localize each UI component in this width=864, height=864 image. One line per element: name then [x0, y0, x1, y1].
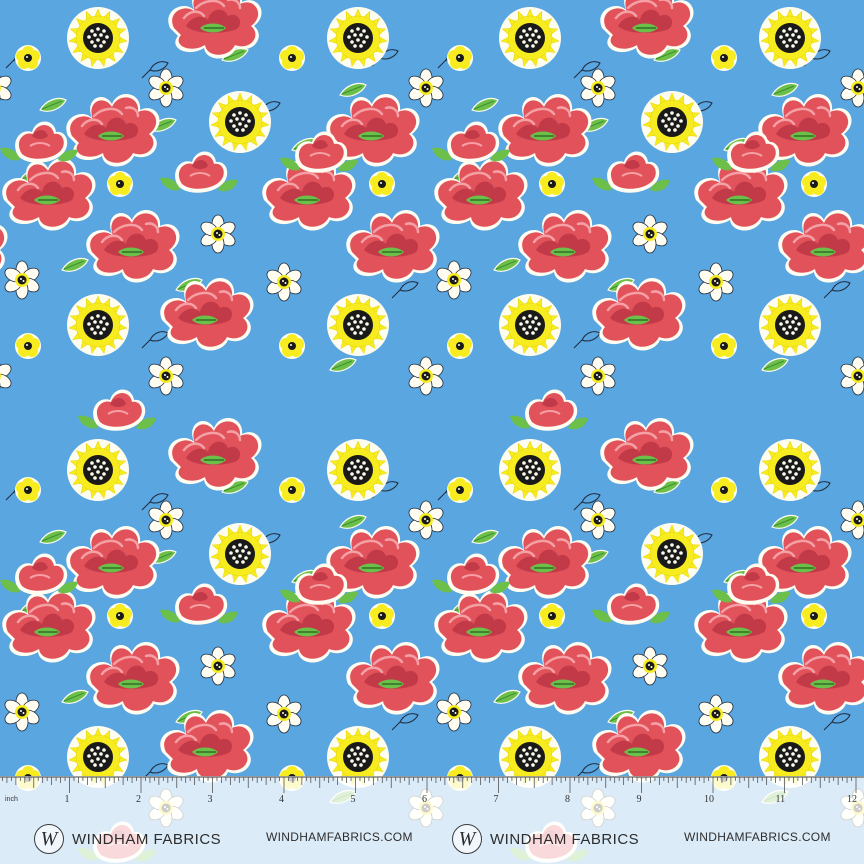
ruler-number: 9	[636, 794, 642, 805]
ruler-number: 11	[775, 794, 786, 805]
logo-letter-repeat: W	[458, 827, 476, 850]
logo-letter: W	[40, 827, 58, 850]
ruler-number: 7	[493, 794, 499, 805]
ruler-unit-label: inch	[5, 796, 18, 803]
ruler-number: 3	[207, 794, 213, 805]
fabric-swatch: inch 1 2 3 4 5 6 7 8 9 10 11 12 W WINDHAM FABRICS W…	[0, 0, 864, 864]
ruler-ticks	[0, 776, 864, 793]
windham-logo-repeat: W WINDHAM FABRICS	[452, 822, 639, 856]
ruler-number: 1	[64, 794, 70, 805]
ruler-number: 8	[565, 794, 570, 805]
logo-monogram: W	[34, 824, 64, 854]
ruler-number: 10	[704, 794, 714, 805]
ruler-number: 12	[847, 794, 857, 805]
brand-name-repeat: WINDHAM FABRICS	[490, 830, 640, 848]
brand-name: WINDHAM FABRICS	[72, 830, 222, 848]
ruler-band: inch 1 2 3 4 5 6 7 8 9 10 11 12 W WINDHAM FABRICS W…	[0, 776, 864, 864]
floral-pattern	[0, 0, 864, 864]
windham-logo: W WINDHAM FABRICS	[34, 822, 221, 856]
ruler-number: 4	[279, 794, 284, 805]
ruler-number: 5	[350, 794, 356, 805]
logo-monogram-repeat: W	[452, 824, 482, 854]
ruler-number: 2	[136, 794, 141, 805]
brand-website-repeat: WINDHAMFABRICS.COM	[684, 830, 831, 844]
ruler-number: 6	[422, 794, 427, 805]
brand-website: WINDHAMFABRICS.COM	[266, 830, 413, 844]
